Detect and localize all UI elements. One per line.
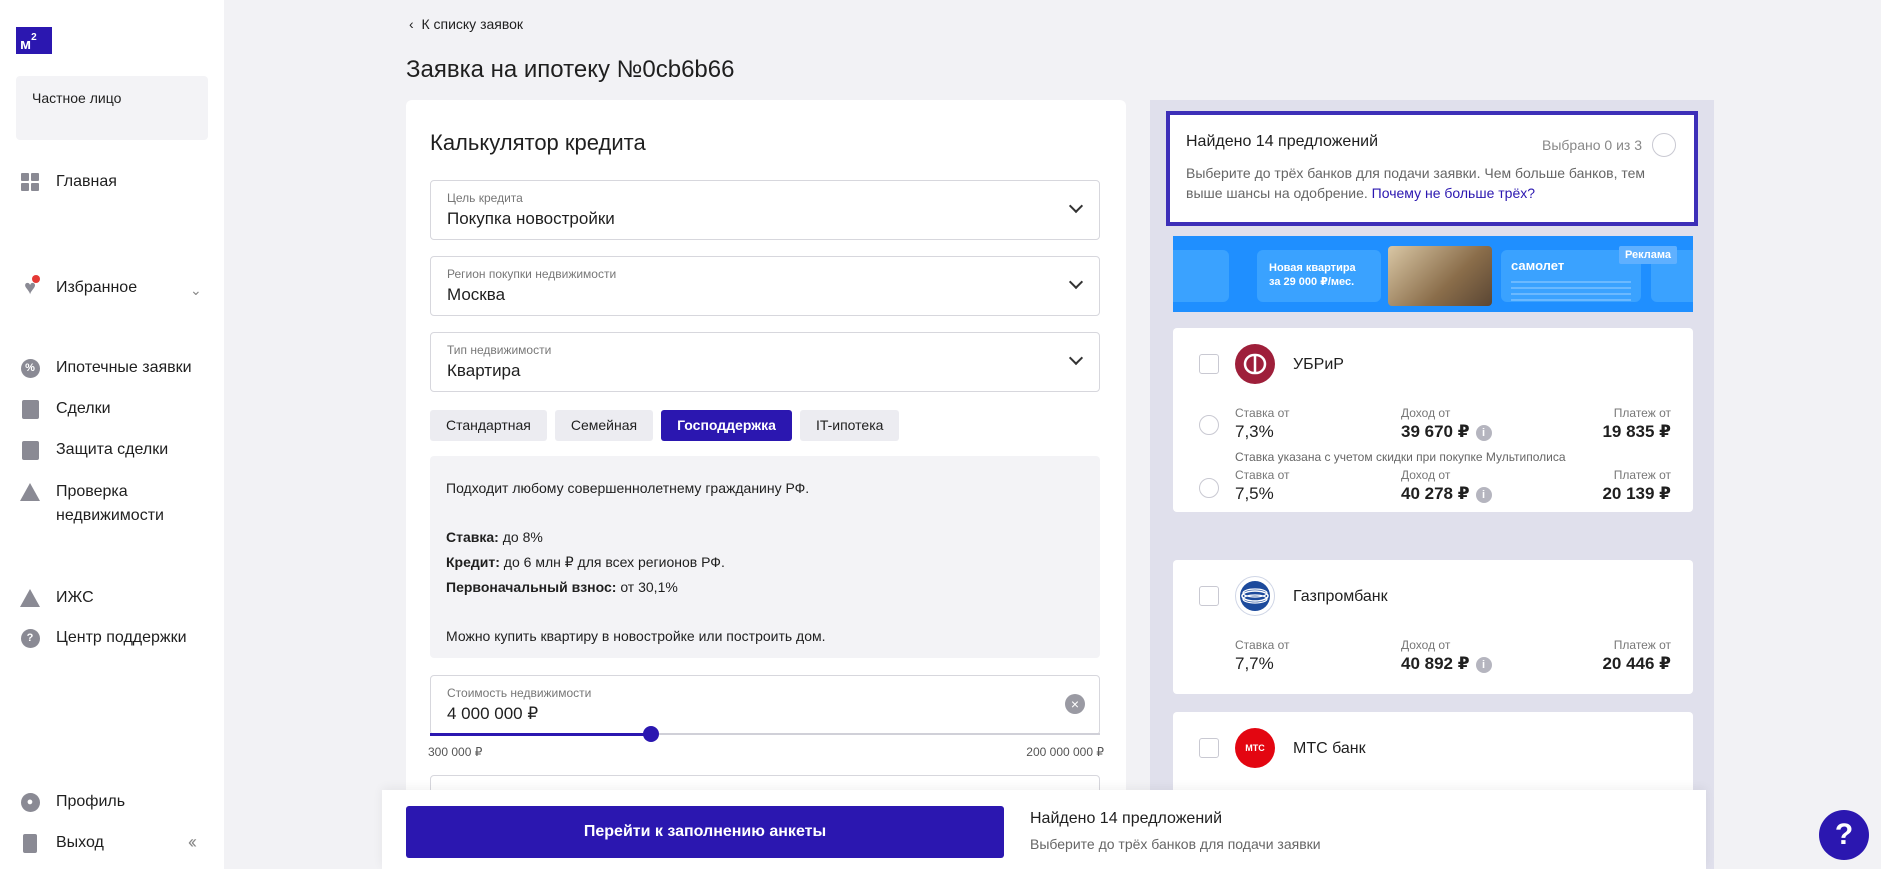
bottom-action-bar: Перейти к заполнению анкеты Найдено 14 п… bbox=[382, 790, 1706, 869]
house-icon bbox=[20, 588, 40, 608]
bottom-bar-subtitle: Выберите до трёх банков для подачи заявк… bbox=[1030, 836, 1321, 852]
question-icon: ? bbox=[20, 628, 40, 648]
price-slider-fill bbox=[430, 733, 652, 736]
fill-application-button[interactable]: Перейти к заполнению анкеты bbox=[406, 806, 1004, 858]
tab-state-support[interactable]: Господдержка bbox=[661, 410, 792, 441]
bank-checkbox[interactable] bbox=[1199, 586, 1219, 606]
region-select[interactable]: Регион покупки недвижимости Москва bbox=[430, 256, 1100, 316]
bank-card-gazprombank: Газпромбанк Ставка от 7,7% Доход от 40 8… bbox=[1173, 560, 1693, 694]
selected-count: Выбрано 0 из 3 bbox=[1542, 137, 1642, 153]
sidebar-item-profile[interactable]: ● Профиль bbox=[20, 792, 125, 814]
bottom-bar-title: Найдено 14 предложений bbox=[1030, 810, 1223, 827]
info-icon[interactable]: i bbox=[1475, 425, 1492, 441]
bank-name: Газпромбанк bbox=[1293, 588, 1388, 605]
help-button[interactable]: ? bbox=[1819, 810, 1869, 860]
price-max: 200 000 000 ₽ bbox=[1026, 745, 1104, 759]
property-type-select[interactable]: Тип недвижимости Квартира bbox=[430, 332, 1100, 392]
percent-icon: % bbox=[20, 358, 40, 378]
gazprombank-logo bbox=[1235, 576, 1275, 616]
ad-banner[interactable]: Новая квартира за 29 000 ₽/мес. самолет Р… bbox=[1173, 236, 1693, 312]
offers-panel: Найдено 14 предложений Выбрано 0 из 3 Вы… bbox=[1150, 100, 1714, 869]
sidebar-item-deal-protection[interactable]: Защита сделки bbox=[20, 440, 168, 462]
sidebar-item-logout[interactable]: Выход bbox=[20, 833, 104, 855]
credit-calculator: Калькулятор кредита Цель кредита Покупка… bbox=[406, 100, 1126, 869]
loan-purpose-select[interactable]: Цель кредита Покупка новостройки bbox=[430, 180, 1100, 240]
ubrir-logo bbox=[1235, 344, 1275, 384]
bank-checkbox[interactable] bbox=[1199, 738, 1219, 758]
sidebar-item-izhs[interactable]: ИЖС bbox=[20, 588, 94, 610]
chevron-left-icon: ‹ bbox=[409, 16, 422, 32]
price-slider-handle[interactable] bbox=[643, 726, 660, 742]
ad-tag: Реклама bbox=[1618, 246, 1677, 264]
sidebar-item-mortgage-requests[interactable]: % Ипотечные заявки bbox=[20, 358, 192, 380]
offer-radio[interactable] bbox=[1199, 415, 1219, 435]
sidebar-item-deals[interactable]: Сделки bbox=[20, 399, 111, 421]
bank-name: МТС банк bbox=[1293, 740, 1366, 757]
tab-family[interactable]: Семейная bbox=[554, 410, 654, 441]
offers-summary: Найдено 14 предложений Выбрано 0 из 3 Вы… bbox=[1166, 111, 1698, 226]
calculator-title: Калькулятор кредита bbox=[430, 130, 646, 155]
ad-brand: самолет bbox=[1511, 258, 1565, 273]
m2-logo[interactable]: м2 bbox=[16, 27, 52, 54]
info-icon[interactable]: i bbox=[1475, 657, 1492, 673]
program-info: Подходит любому совершеннолетнему гражда… bbox=[430, 456, 1100, 658]
info-icon[interactable]: i bbox=[1475, 487, 1492, 503]
ad-image bbox=[1388, 246, 1492, 306]
heart-icon: ♥ bbox=[20, 274, 40, 299]
price-slider[interactable] bbox=[430, 726, 1100, 742]
offer-radio[interactable] bbox=[1199, 478, 1219, 498]
tab-it-mortgage[interactable]: IT-ипотека bbox=[799, 410, 900, 441]
grid-icon bbox=[20, 172, 40, 192]
collapse-sidebar-icon[interactable]: ‹‹ bbox=[188, 832, 197, 853]
document-edit-icon bbox=[20, 399, 40, 419]
offer-note: Ставка указана с учетом скидки при покуп… bbox=[1235, 450, 1566, 464]
sidebar-item-home[interactable]: Главная bbox=[20, 172, 117, 194]
back-link[interactable]: ‹ К списку заявок bbox=[409, 16, 523, 32]
chevron-down-icon[interactable]: ⌄ bbox=[190, 282, 202, 299]
why-three-link[interactable]: Почему не больше трёх? bbox=[1372, 185, 1535, 201]
property-price-input[interactable]: Стоимость недвижимости 4 000 000 ₽ × bbox=[430, 675, 1100, 735]
select-all-radio[interactable] bbox=[1652, 133, 1676, 157]
page-title: Заявка на ипотеку №0cb6b66 bbox=[406, 56, 735, 83]
tab-standard[interactable]: Стандартная bbox=[430, 410, 547, 441]
sidebar: м2 Частное лицо Главная ♥ Избранное ⌄ % … bbox=[0, 0, 224, 869]
document-check-icon bbox=[20, 440, 40, 460]
sidebar-item-favorites[interactable]: ♥ Избранное bbox=[20, 274, 137, 300]
house-check-icon bbox=[20, 482, 40, 502]
logout-icon bbox=[20, 833, 40, 853]
bank-checkbox[interactable] bbox=[1199, 354, 1219, 374]
sidebar-item-support[interactable]: ? Центр поддержки bbox=[20, 628, 187, 650]
bank-card-ubrir: УБРиР Ставка от 7,3% Доход от 39 670 ₽ i … bbox=[1173, 328, 1693, 512]
account-type-label: Частное лицо bbox=[32, 90, 122, 106]
bank-name: УБРиР bbox=[1293, 356, 1344, 373]
ad-headline: Новая квартира за 29 000 ₽/мес. bbox=[1257, 250, 1381, 302]
price-min: 300 000 ₽ bbox=[428, 745, 483, 759]
sidebar-item-property-check[interactable]: Проверка недвижимости bbox=[20, 482, 164, 528]
user-icon: ● bbox=[20, 792, 40, 812]
account-type-box[interactable]: Частное лицо bbox=[16, 76, 208, 140]
mts-logo: МТС bbox=[1235, 728, 1275, 768]
program-tabs: Стандартная Семейная Господдержка IT-ипо… bbox=[430, 410, 900, 441]
clear-icon[interactable]: × bbox=[1065, 694, 1085, 714]
notification-dot bbox=[31, 274, 40, 283]
